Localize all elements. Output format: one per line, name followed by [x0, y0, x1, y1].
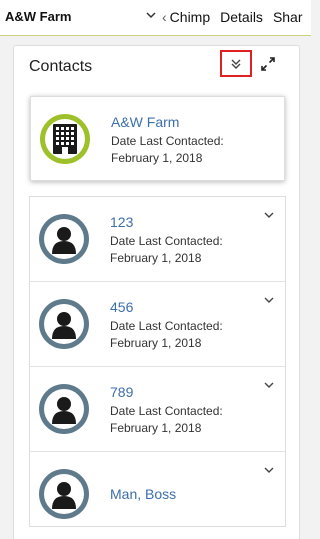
- chevron-down-icon[interactable]: [146, 9, 156, 23]
- avatar: [39, 299, 89, 349]
- expand-panel-button[interactable]: [257, 53, 279, 75]
- company-avatar: [40, 114, 90, 164]
- last-contacted-label: Date Last Contacted:: [110, 404, 223, 418]
- double-chevron-down-icon: [231, 59, 241, 69]
- last-contacted-date: February 1, 2018: [110, 336, 202, 350]
- person-icon: [52, 312, 76, 339]
- chevron-down-icon[interactable]: [264, 291, 274, 309]
- tab-share[interactable]: Shar: [273, 9, 303, 25]
- building-icon: [53, 124, 77, 154]
- tab-details[interactable]: Details: [220, 9, 263, 25]
- contact-name-link[interactable]: 456: [110, 299, 133, 315]
- contact-item[interactable]: 456 Date Last Contacted: February 1, 201…: [30, 282, 285, 367]
- featured-contact-card[interactable]: A&W Farm Date Last Contacted: February 1…: [30, 96, 285, 181]
- record-header: A&W Farm ‹ Chimp Details Shar: [0, 0, 311, 36]
- expand-arrows-icon: [261, 57, 275, 71]
- chevron-down-icon[interactable]: [264, 206, 274, 224]
- contact-item[interactable]: 123 Date Last Contacted: February 1, 201…: [30, 197, 285, 282]
- contact-item[interactable]: 789 Date Last Contacted: February 1, 201…: [30, 367, 285, 452]
- contact-name-link[interactable]: 789: [110, 384, 133, 400]
- avatar: [39, 469, 89, 519]
- record-tabs: ‹ Chimp Details Shar: [162, 9, 303, 25]
- avatar: [39, 214, 89, 264]
- contact-name-link[interactable]: Man, Boss: [110, 486, 176, 502]
- person-icon: [52, 227, 76, 254]
- last-contacted-date: February 1, 2018: [111, 151, 203, 165]
- last-contacted-label: Date Last Contacted:: [110, 319, 223, 333]
- tab-chimp[interactable]: Chimp: [170, 9, 210, 25]
- last-contacted-label: Date Last Contacted:: [111, 134, 224, 148]
- person-icon: [52, 397, 76, 424]
- collapse-all-button[interactable]: [220, 50, 252, 77]
- chevron-down-icon[interactable]: [264, 376, 274, 394]
- contact-name-link[interactable]: A&W Farm: [111, 114, 179, 130]
- chevron-down-icon[interactable]: [264, 461, 274, 479]
- contact-list: 123 Date Last Contacted: February 1, 201…: [29, 196, 286, 527]
- record-title: A&W Farm: [5, 9, 72, 24]
- contact-name-link[interactable]: 123: [110, 214, 133, 230]
- last-contacted-date: February 1, 2018: [110, 421, 202, 435]
- contact-item[interactable]: Man, Boss: [30, 452, 285, 528]
- person-icon: [52, 482, 76, 509]
- last-contacted-date: February 1, 2018: [110, 251, 202, 265]
- last-contacted-label: Date Last Contacted:: [110, 234, 223, 248]
- contacts-panel: Contacts A&W Farm Date Last Contacted: F…: [13, 45, 300, 539]
- avatar: [39, 384, 89, 434]
- panel-title: Contacts: [29, 58, 93, 75]
- tab-overflow-icon[interactable]: ‹: [162, 9, 167, 25]
